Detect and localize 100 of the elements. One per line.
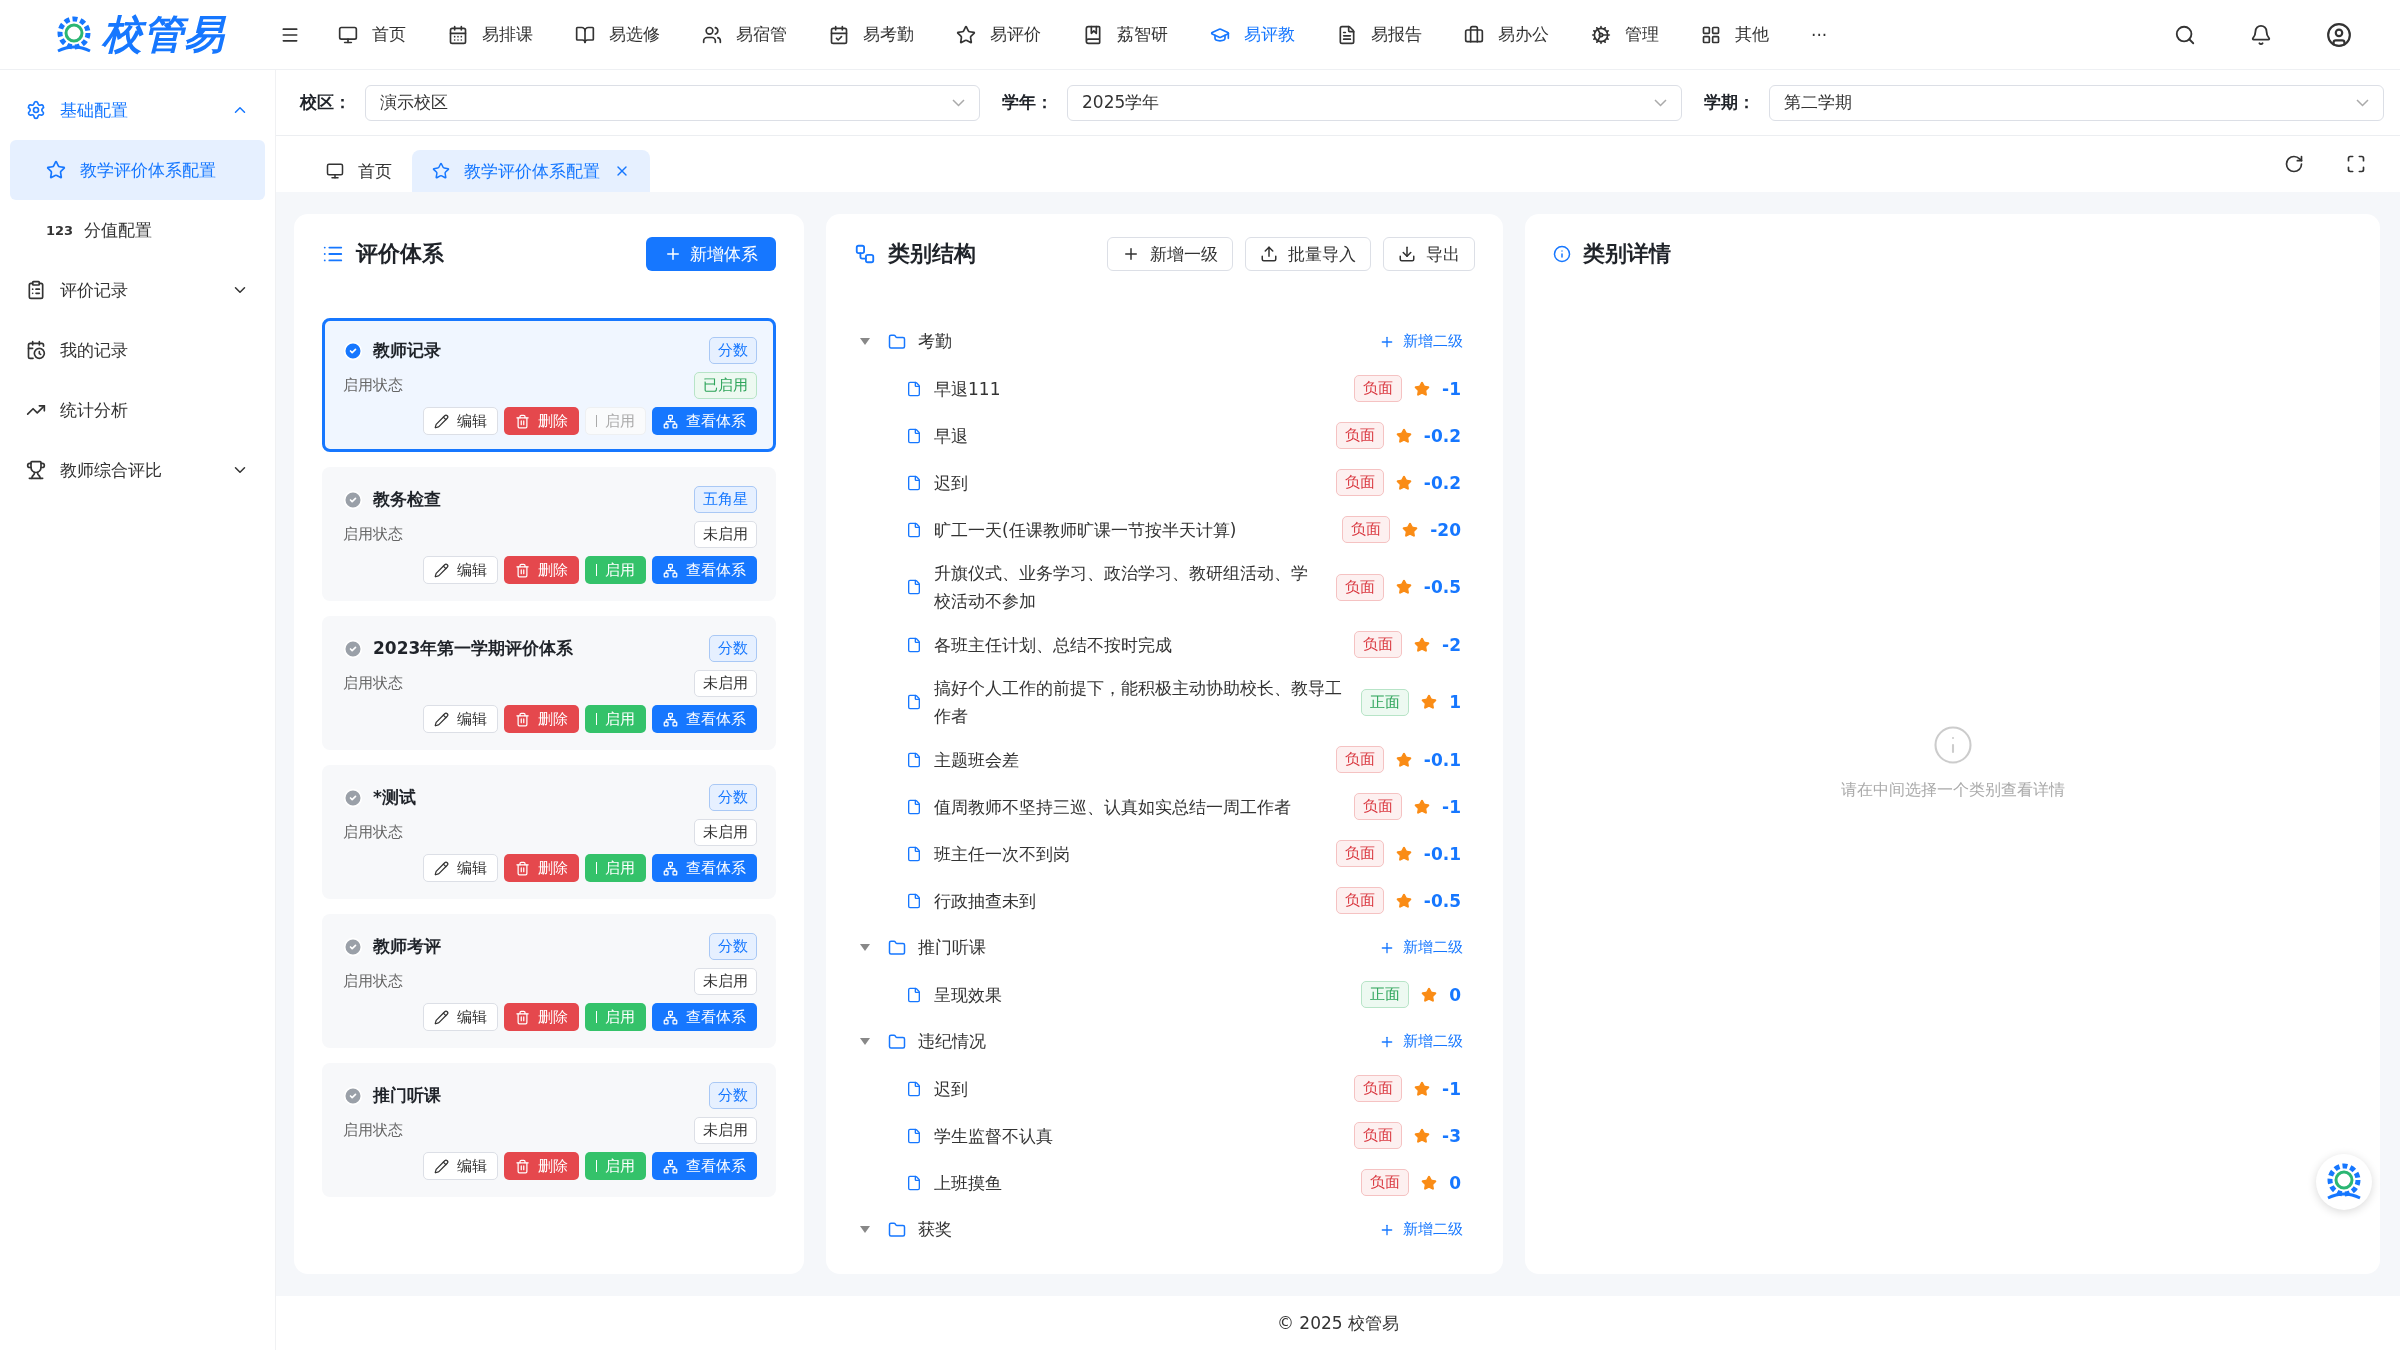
toolbar-button[interactable]: 新增一级 (1107, 237, 1233, 271)
system-card[interactable]: 2023年第一学期评价体系 分数 启用状态 未启用 编辑 删除 启用 查看体系 (322, 616, 776, 750)
score-value: -20 (1430, 519, 1461, 540)
edit-button[interactable]: 编辑 (422, 1152, 498, 1180)
system-card[interactable]: *测试 分数 启用状态 未启用 编辑 删除 启用 查看体系 (322, 765, 776, 899)
item-row[interactable]: 上班摸鱼 负面 0 (854, 1159, 1475, 1206)
view-system-button[interactable]: 查看体系 (652, 705, 757, 733)
nav-item[interactable]: 首页 (338, 23, 406, 46)
caret-icon[interactable] (860, 1226, 870, 1233)
item-row[interactable]: 呈现效果 正面 0 (854, 971, 1475, 1018)
delete-button[interactable]: 删除 (503, 556, 579, 584)
sidebar-item[interactable]: 评价记录 (10, 260, 265, 320)
nav-item[interactable]: 易评价 (956, 23, 1041, 46)
folder-icon (888, 938, 906, 957)
nav-icon (1591, 24, 1611, 45)
nav-item[interactable]: 荔智研 (1083, 23, 1168, 46)
edit-button[interactable]: 编辑 (422, 854, 498, 882)
sidebar-item[interactable]: 我的记录 (10, 320, 265, 380)
add-subcategory-link[interactable]: 新增二级 (1373, 1219, 1469, 1240)
file-icon (906, 1174, 922, 1191)
sidebar-subitem[interactable]: 教学评价体系配置 (10, 140, 265, 200)
plus-icon (664, 245, 682, 263)
add-subcategory-link[interactable]: 新增二级 (1373, 331, 1469, 352)
delete-button[interactable]: 删除 (503, 705, 579, 733)
category-row[interactable]: 推门听课 新增二级 (854, 924, 1475, 971)
edit-button[interactable]: 编辑 (422, 556, 498, 584)
item-row[interactable]: 早退111 负面 -1 (854, 365, 1475, 412)
status-tag: 未启用 (694, 670, 757, 697)
caret-icon[interactable] (860, 338, 870, 345)
add-system-button[interactable]: 新增体系 (646, 237, 776, 271)
sidebar-icon (26, 460, 46, 480)
item-row[interactable]: 搞好个人工作的前提下，能积极主动协助校长、教导工作者 正面 1 (854, 668, 1475, 736)
caret-icon[interactable] (860, 944, 870, 951)
item-row[interactable]: 早退 负面 -0.2 (854, 412, 1475, 459)
item-row[interactable]: 各班主任计划、总结不按时完成 负面 -2 (854, 621, 1475, 668)
sidebar-item[interactable]: 教师综合评比 (10, 440, 265, 500)
pencil-icon (433, 711, 449, 727)
edit-button[interactable]: 编辑 (422, 407, 498, 435)
item-row[interactable]: 行政抽查未到 负面 -0.5 (854, 877, 1475, 924)
category-row[interactable]: 考勤 新增二级 (854, 318, 1475, 365)
item-row[interactable]: 迟到 负面 -0.2 (854, 459, 1475, 506)
item-name: 各班主任计划、总结不按时完成 (934, 633, 1173, 657)
delete-button[interactable]: 删除 (503, 407, 579, 435)
toolbar-button[interactable]: 导出 (1383, 237, 1475, 271)
filter-select[interactable]: 演示校区 (365, 84, 980, 121)
system-name: *测试 (373, 786, 417, 809)
status-tag: 未启用 (694, 819, 757, 846)
add-subcategory-link[interactable]: 新增二级 (1373, 937, 1469, 958)
star-icon (1421, 694, 1438, 710)
item-row[interactable]: 旷工一天(任课教师旷课一节按半天计算) 负面 -20 (854, 506, 1475, 553)
caret-icon[interactable] (860, 1038, 870, 1045)
item-row[interactable]: 升旗仪式、业务学习、政治学习、教研组活动、学校活动不参加 负面 -0.5 (854, 553, 1475, 621)
item-row[interactable]: 值周教师不坚持三巡、认真如实总结一周工作者 负面 -1 (854, 783, 1475, 830)
panel-title: 类别详情 (1583, 240, 1672, 268)
delete-button[interactable]: 删除 (503, 854, 579, 882)
item-row[interactable]: 学生监督不认真 负面 -3 (854, 1112, 1475, 1159)
nav-item[interactable]: 易办公 (1464, 23, 1549, 46)
category-row[interactable]: 违纪情况 新增二级 (854, 1018, 1475, 1065)
sidebar-item[interactable]: 基础配置 (10, 80, 265, 140)
nav-item[interactable]: 易考勤 (829, 23, 914, 46)
nav-item[interactable]: 易评教 (1210, 23, 1295, 46)
edit-button[interactable]: 编辑 (422, 705, 498, 733)
view-system-button[interactable]: 查看体系 (652, 1003, 757, 1031)
system-card[interactable]: 教师记录 分数 启用状态 已启用 编辑 删除 启用 查看体系 (322, 318, 776, 452)
view-system-button[interactable]: 查看体系 (652, 1152, 757, 1180)
polarity-tag: 负面 (1354, 793, 1403, 820)
add-subcategory-link[interactable]: 新增二级 (1373, 1031, 1469, 1052)
more-menu[interactable]: ··· (1811, 24, 1828, 45)
system-card[interactable]: 教务检查 五角星 启用状态 未启用 编辑 删除 启用 查看体系 (322, 467, 776, 601)
nav-item[interactable]: 易报告 (1337, 23, 1422, 46)
filter-select[interactable]: 2025学年 (1067, 84, 1682, 121)
page-tab[interactable]: 首页 (306, 150, 412, 192)
folder-icon (888, 1220, 906, 1239)
polarity-tag: 正面 (1361, 981, 1410, 1008)
nav-item[interactable]: 其他 (1701, 23, 1769, 46)
nav-item[interactable]: 易宿管 (702, 23, 787, 46)
system-card[interactable]: 教师考评 分数 启用状态 未启用 编辑 删除 启用 查看体系 (322, 914, 776, 1048)
sidebar-subitem[interactable]: 123 分值配置 (10, 200, 265, 260)
item-row[interactable]: 主题班会差 负面 -0.1 (854, 736, 1475, 783)
page-tab[interactable]: 教学评价体系配置 (412, 150, 650, 192)
delete-button[interactable]: 删除 (503, 1152, 579, 1180)
view-system-button[interactable]: 查看体系 (652, 407, 757, 435)
edit-button[interactable]: 编辑 (422, 1003, 498, 1031)
score-value: -1 (1442, 796, 1461, 817)
filter-select[interactable]: 第二学期 (1769, 84, 2384, 121)
view-system-button[interactable]: 查看体系 (652, 854, 757, 882)
sidebar-item[interactable]: 统计分析 (10, 380, 265, 440)
nav-item[interactable]: 易选修 (575, 23, 660, 46)
category-row[interactable]: 获奖 新增二级 (854, 1206, 1475, 1253)
item-row[interactable]: 迟到 负面 -1 (854, 1065, 1475, 1112)
delete-button[interactable]: 删除 (503, 1003, 579, 1031)
system-card[interactable]: 推门听课 分数 启用状态 未启用 编辑 删除 启用 查看体系 (322, 1063, 776, 1197)
item-name: 呈现效果 (934, 983, 1003, 1007)
item-row[interactable]: 班主任一次不到岗 负面 -0.1 (854, 830, 1475, 877)
toolbar-button[interactable]: 批量导入 (1245, 237, 1371, 271)
nav-item[interactable]: 管理 (1591, 23, 1659, 46)
view-system-button[interactable]: 查看体系 (652, 556, 757, 584)
star-icon (432, 162, 450, 180)
item-name: 学生监督不认真 (934, 1124, 1054, 1148)
nav-item[interactable]: 易排课 (448, 23, 533, 46)
